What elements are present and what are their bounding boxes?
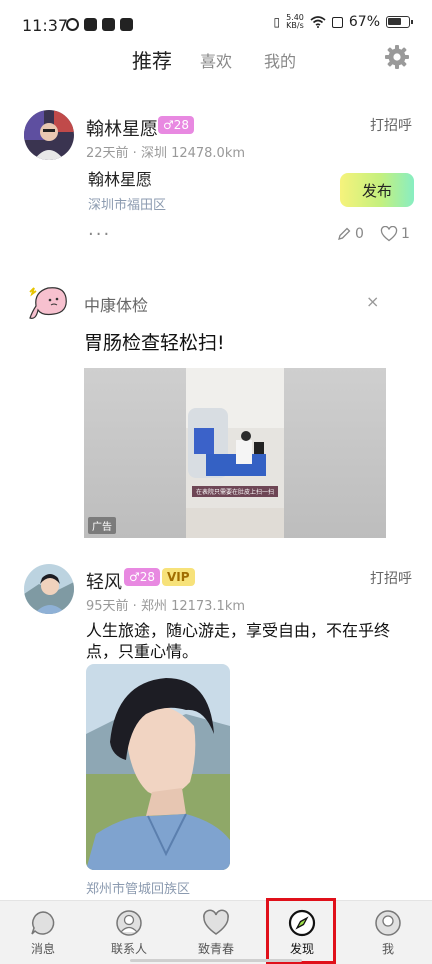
comment-stat[interactable]: 0 <box>336 226 364 242</box>
net-speed-unit: KB/s <box>286 21 304 30</box>
post-meta: 95天前 · 郑州 12173.1km <box>86 599 246 614</box>
vibrate-icon: ▯ <box>273 15 281 29</box>
status-time: 11:37 <box>22 16 69 35</box>
tab-like[interactable]: 喜欢 <box>200 48 232 72</box>
home-indicator[interactable] <box>130 959 302 962</box>
post-photo[interactable] <box>86 664 230 870</box>
ad-video-scene <box>186 368 284 538</box>
ad-label: 广告 <box>88 517 116 534</box>
message-notification-icon <box>102 18 115 31</box>
greet-button[interactable]: 打招呼 <box>370 568 412 588</box>
nav-messages-label: 消息 <box>30 942 55 956</box>
post-author-name[interactable]: 翰林星愿 <box>86 115 158 141</box>
tiktok-notification-icon <box>120 18 133 31</box>
heart-icon <box>203 909 229 935</box>
ad-brand[interactable]: 中康体检 <box>84 292 148 316</box>
ad-video-blur-left <box>84 368 186 538</box>
nav-youth[interactable]: 致青春 <box>176 901 256 964</box>
bottom-nav: 消息 联系人 致青春 发现 我 <box>0 900 432 964</box>
ad-video-frame: 在表院只需要在肚皮上扫一扫 <box>186 368 284 538</box>
nav-contacts-label: 联系人 <box>110 942 147 956</box>
post-location[interactable]: 深圳市福田区 <box>88 194 166 213</box>
contacts-icon <box>116 910 142 936</box>
ad-video[interactable]: 在表院只需要在肚皮上扫一扫 广告 <box>84 368 386 538</box>
more-options-button[interactable]: ··· <box>88 224 111 245</box>
gender-age-badge: ♂28 <box>124 568 161 586</box>
avatar[interactable] <box>24 564 74 614</box>
ad-logo-stomach-icon <box>29 287 67 319</box>
network-speed: 5.40 KB/s <box>286 14 304 30</box>
ad-headline[interactable]: 胃肠检查轻松扫! <box>84 328 225 355</box>
post-text: 人生旅途，随心游走，享受自由，不在乎终点，只重心情。 <box>86 621 391 661</box>
heart-icon <box>380 226 398 242</box>
settings-gear-icon[interactable] <box>384 44 410 70</box>
app-notification-icon <box>66 18 79 31</box>
wifi-icon <box>310 16 326 28</box>
like-stat[interactable]: 1 <box>380 226 410 242</box>
mail-notification-icon <box>84 18 97 31</box>
avatar[interactable] <box>24 110 74 160</box>
highlight-box <box>266 898 336 964</box>
gender-age-badge: ♂28 <box>158 116 195 134</box>
ad-close-icon[interactable]: × <box>366 292 379 311</box>
vip-badge: VIP <box>162 568 195 586</box>
nav-youth-label: 致青春 <box>197 942 234 956</box>
profile-icon <box>375 910 401 936</box>
tab-mine[interactable]: 我的 <box>264 48 296 72</box>
like-count: 1 <box>401 226 410 242</box>
message-bubble-icon <box>31 911 55 935</box>
publish-button[interactable]: 发布 <box>340 173 414 207</box>
nav-messages[interactable]: 消息 <box>3 901 83 964</box>
nav-me[interactable]: 我 <box>348 901 428 964</box>
post-text: 翰林星愿 <box>88 170 153 189</box>
ad-video-caption: 在表院只需要在肚皮上扫一扫 <box>192 486 278 497</box>
nfc-icon <box>331 16 343 28</box>
post-author-name[interactable]: 轻风 <box>86 568 122 594</box>
battery-percent: 67% <box>348 14 380 30</box>
top-tabs: 推荐 喜欢 我的 <box>0 40 432 80</box>
post-location[interactable]: 郑州市管城回族区 <box>86 878 190 897</box>
ad-video-blur-right <box>284 368 386 538</box>
post-meta: 22天前 · 深圳 12478.0km <box>86 146 246 161</box>
greet-button[interactable]: 打招呼 <box>370 115 412 135</box>
status-right: ▯ 5.40 KB/s 67% <box>273 14 413 30</box>
battery-icon <box>386 16 413 28</box>
pencil-icon <box>338 227 351 240</box>
tab-recommend[interactable]: 推荐 <box>132 45 172 74</box>
nav-contacts[interactable]: 联系人 <box>89 901 169 964</box>
comment-count: 0 <box>355 226 364 242</box>
nav-me-label: 我 <box>381 942 394 956</box>
